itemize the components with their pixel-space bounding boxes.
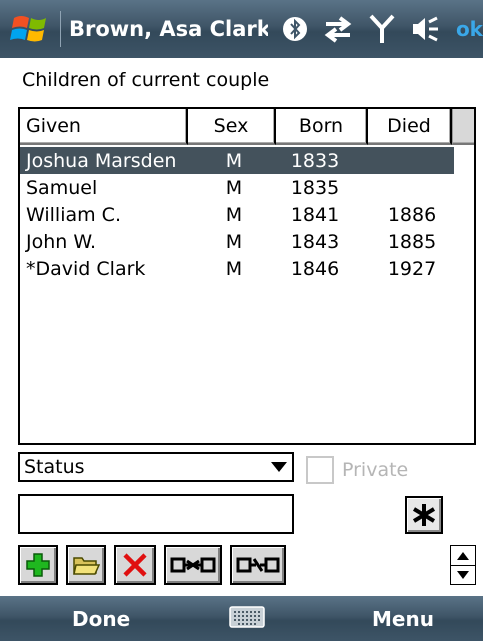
cell-born: 1833 [290, 149, 340, 172]
list-row[interactable]: Joshua Marsden M 1833 [20, 147, 454, 174]
column-header-sex[interactable]: Sex [188, 109, 276, 145]
connectivity-arrows-icon[interactable] [322, 12, 355, 46]
list-row[interactable]: *David Clark M 1846 1927 [20, 255, 454, 282]
cell-given: Samuel [26, 176, 98, 199]
asterisk-button[interactable] [405, 496, 443, 534]
plus-icon [26, 553, 50, 577]
windows-start-icon[interactable] [8, 6, 54, 52]
cell-sex: M [225, 149, 243, 172]
cell-born: 1846 [290, 257, 340, 280]
unlink-child-button[interactable] [230, 545, 286, 585]
cell-sex: M [225, 203, 243, 226]
cell-born: 1841 [290, 203, 340, 226]
cell-died: 1885 [387, 230, 437, 253]
scrollbar-corner [452, 109, 474, 145]
cell-given: John W. [26, 230, 96, 253]
signal-antenna-icon[interactable] [365, 12, 398, 46]
private-checkbox[interactable] [306, 456, 334, 484]
ok-button[interactable]: ok [456, 17, 483, 41]
open-folder-button[interactable] [66, 545, 106, 585]
arrow-up-icon[interactable] [451, 546, 475, 565]
list-row[interactable]: William C. M 1841 1886 [20, 201, 454, 228]
delete-button[interactable] [114, 545, 156, 585]
title-bar: Brown, Asa Clark & ok [0, 0, 483, 58]
softkey-bar: Done Menu [0, 596, 483, 641]
chain-unlink-icon [236, 557, 280, 573]
cell-sex: M [225, 257, 243, 280]
chevron-down-icon[interactable] [266, 454, 292, 480]
chain-link-icon [170, 557, 216, 573]
children-list[interactable]: Given Sex Born Died Joshua Marsden M 183… [18, 107, 476, 445]
folder-open-icon [73, 557, 100, 575]
cell-given: *David Clark [26, 257, 146, 280]
link-child-button[interactable] [164, 545, 222, 585]
red-x-icon [123, 553, 147, 577]
asterisk-icon [412, 504, 436, 526]
keyboard-icon[interactable] [229, 605, 265, 629]
column-header-died[interactable]: Died [368, 109, 452, 145]
column-header-born[interactable]: Born [276, 109, 368, 145]
cell-born: 1843 [290, 230, 340, 253]
speaker-volume-icon[interactable] [409, 12, 442, 46]
text-input-field[interactable] [18, 494, 294, 534]
cell-given: William C. [26, 203, 121, 226]
private-label: Private [342, 459, 409, 481]
add-child-button[interactable] [18, 545, 58, 585]
cell-given: Joshua Marsden [26, 149, 177, 172]
list-row[interactable]: Samuel M 1835 [20, 174, 454, 201]
list-header: Given Sex Born Died [20, 109, 474, 145]
arrow-down-icon[interactable] [451, 565, 475, 584]
cell-died: 1927 [387, 257, 437, 280]
cell-sex: M [225, 176, 243, 199]
reorder-spinner[interactable] [450, 545, 476, 585]
list-rows: Joshua Marsden M 1833 Samuel M 1835 Will… [20, 147, 454, 282]
list-row[interactable]: John W. M 1843 1885 [20, 228, 454, 255]
title-separator [60, 11, 61, 47]
status-dropdown-value: Status [24, 456, 85, 478]
column-header-given[interactable]: Given [20, 109, 188, 145]
menu-softkey[interactable]: Menu [372, 607, 434, 631]
status-dropdown[interactable]: Status [18, 452, 294, 482]
private-option[interactable]: Private [306, 456, 408, 484]
cell-sex: M [225, 230, 243, 253]
cell-died: 1886 [387, 203, 437, 226]
bluetooth-icon[interactable] [278, 12, 311, 46]
cell-born: 1835 [290, 176, 340, 199]
window-title: Brown, Asa Clark & [68, 17, 269, 41]
page-heading: Children of current couple [22, 69, 270, 91]
done-softkey[interactable]: Done [72, 607, 130, 631]
